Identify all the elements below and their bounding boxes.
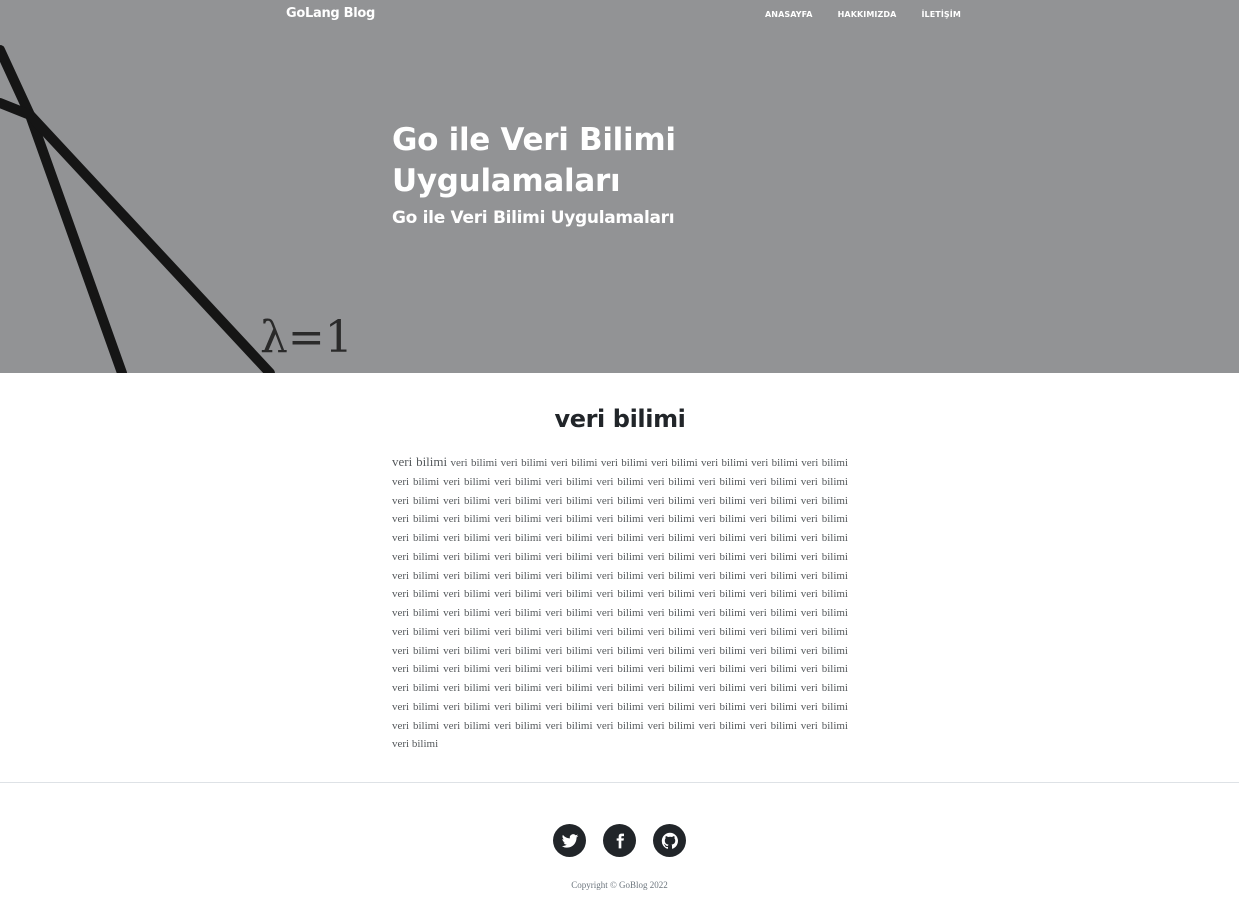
nav-link-about[interactable]: HAKKIMIZDA xyxy=(838,10,897,19)
twitter-icon xyxy=(561,833,578,848)
hero-image-lambda-label: λ=1 xyxy=(260,312,353,363)
nav-brand[interactable]: GoLang Blog xyxy=(286,6,375,21)
hero-title: Go ile Veri Bilimi Uygulamaları xyxy=(392,122,676,199)
footer-divider xyxy=(0,782,1239,783)
github-icon xyxy=(661,832,678,849)
post-lead: veri bilimi xyxy=(392,454,448,469)
facebook-icon xyxy=(616,833,624,848)
twitter-link[interactable] xyxy=(553,824,586,857)
copyright-text: Copyright © GoBlog 2022 xyxy=(571,880,668,890)
main-nav: ANASAYFA HAKKIMIZDA İLETİŞİM xyxy=(765,10,961,19)
post-title: veri bilimi xyxy=(554,405,686,433)
post-body-text: veri bilimi veri bilimi veri bilimi veri… xyxy=(392,457,849,751)
nav-link-home[interactable]: ANASAYFA xyxy=(765,10,813,19)
hero-subtitle: Go ile Veri Bilimi Uygulamaları xyxy=(392,208,675,228)
post-body: veri bilimi veri bilimi veri bilimi veri… xyxy=(392,453,848,754)
nav-link-contact[interactable]: İLETİŞİM xyxy=(921,10,960,19)
social-links xyxy=(553,824,686,857)
facebook-link[interactable] xyxy=(603,824,636,857)
hero-header: λ=1 GoLang Blog ANASAYFA HAKKIMIZDA İLET… xyxy=(0,0,1239,373)
github-link[interactable] xyxy=(653,824,686,857)
